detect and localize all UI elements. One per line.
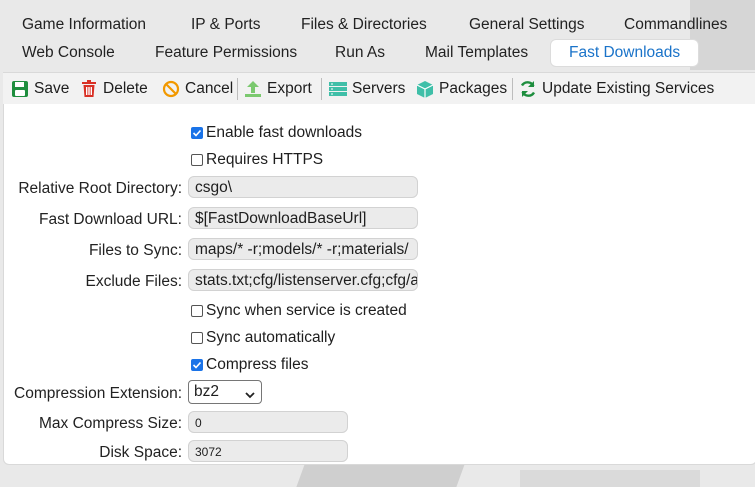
refresh-icon (519, 80, 537, 98)
tab-run-as[interactable]: Run As (335, 41, 385, 65)
cancel-label: Cancel (185, 80, 234, 97)
compression-extension-value: bz2 (194, 383, 219, 400)
compress-files-checkbox[interactable]: Compress files (191, 356, 309, 374)
files-to-sync-label: Files to Sync: (88, 242, 182, 259)
disk-space-input[interactable]: 3072 (188, 440, 348, 462)
relative-root-label: Relative Root Directory: (18, 180, 182, 197)
compression-extension-select[interactable]: bz2 (188, 380, 262, 404)
toolbar: Save Delete Cancel Export Servers Packag… (3, 72, 755, 106)
update-existing-services-button[interactable]: Update Existing Services (519, 73, 714, 105)
packages-button[interactable]: Packages (416, 73, 507, 105)
tab-mail-templates[interactable]: Mail Templates (425, 41, 528, 65)
exclude-files-input[interactable]: stats.txt;cfg/listenserver.cfg;cfg/a (188, 269, 418, 291)
sync-when-created-label: Sync when service is created (206, 302, 407, 319)
files-to-sync-input[interactable]: maps/* -r;models/* -r;materials/ (188, 238, 418, 260)
background-shape (520, 470, 700, 487)
checkbox-unchecked-icon (191, 305, 203, 317)
enable-fast-downloads-checkbox[interactable]: Enable fast downloads (191, 124, 362, 142)
tab-commandlines[interactable]: Commandlines (624, 13, 727, 37)
upload-icon (244, 80, 262, 98)
save-button[interactable]: Save (11, 73, 69, 105)
packages-label: Packages (439, 80, 508, 97)
chevron-down-icon (244, 386, 256, 399)
tab-ip-ports[interactable]: IP & Ports (191, 13, 261, 37)
disk-space-label: Disk Space: (99, 444, 182, 461)
delete-label: Delete (103, 80, 148, 97)
servers-button[interactable]: Servers (329, 73, 405, 105)
max-compress-size-label: Max Compress Size: (39, 415, 182, 432)
tab-general-settings[interactable]: General Settings (469, 13, 584, 37)
checkbox-checked-icon (191, 127, 203, 139)
checkbox-unchecked-icon (191, 332, 203, 344)
trash-icon (80, 80, 98, 98)
fast-download-url-input[interactable]: $[FastDownloadBaseUrl] (188, 207, 418, 229)
tab-feature-permissions[interactable]: Feature Permissions (155, 41, 297, 65)
tab-files-directories[interactable]: Files & Directories (301, 13, 427, 37)
servers-label: Servers (352, 80, 406, 97)
delete-button[interactable]: Delete (80, 73, 148, 105)
checkbox-unchecked-icon (191, 154, 203, 166)
server-icon (329, 80, 347, 98)
checkbox-checked-icon (191, 359, 203, 371)
compression-extension-label: Compression Extension: (14, 385, 182, 402)
sync-automatically-checkbox[interactable]: Sync automatically (191, 329, 335, 347)
export-label: Export (267, 80, 312, 97)
relative-root-input[interactable]: csgo\ (188, 176, 418, 198)
toolbar-divider (237, 78, 238, 100)
requires-https-checkbox[interactable]: Requires HTTPS (191, 151, 323, 169)
save-label: Save (34, 80, 70, 97)
tab-bar: Game Information IP & Ports Files & Dire… (0, 0, 755, 72)
cancel-button[interactable]: Cancel (162, 73, 233, 105)
ban-icon (162, 80, 180, 98)
tab-game-information[interactable]: Game Information (22, 13, 146, 37)
exclude-files-label: Exclude Files: (85, 273, 182, 290)
tab-web-console[interactable]: Web Console (22, 41, 115, 65)
fast-downloads-panel: Enable fast downloads Requires HTTPS Rel… (3, 104, 755, 465)
update-label: Update Existing Services (542, 80, 715, 97)
package-icon (416, 80, 434, 98)
requires-https-label: Requires HTTPS (206, 151, 324, 168)
export-button[interactable]: Export (244, 73, 312, 105)
floppy-disk-icon (11, 80, 29, 98)
sync-automatically-label: Sync automatically (206, 329, 336, 346)
enable-fast-downloads-label: Enable fast downloads (206, 124, 362, 141)
background-shape (294, 462, 466, 487)
sync-when-created-checkbox[interactable]: Sync when service is created (191, 302, 407, 320)
toolbar-divider (512, 78, 513, 100)
compress-files-label: Compress files (206, 356, 309, 373)
tab-fast-downloads[interactable]: Fast Downloads (550, 39, 700, 67)
fast-download-url-label: Fast Download URL: (38, 211, 182, 228)
toolbar-divider (321, 78, 322, 100)
max-compress-size-input[interactable]: 0 (188, 411, 348, 433)
